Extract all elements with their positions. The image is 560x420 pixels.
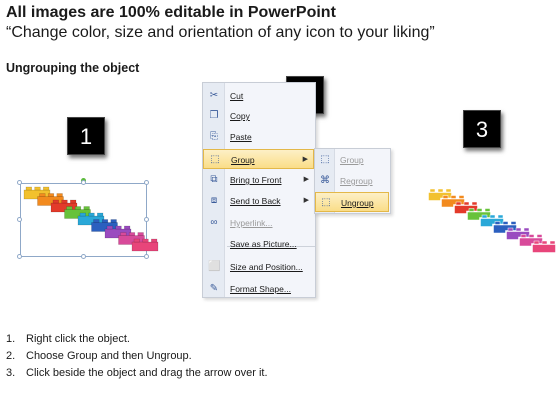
submenu-item-group[interactable]: ⬚ Group — [315, 150, 389, 170]
menu-item-size-and-position[interactable]: ⬜ Size and Position... — [203, 257, 314, 277]
submenu-item-ungroup[interactable]: ⬚ Ungroup — [315, 192, 389, 212]
submenu-arrow-icon: ▶ — [302, 156, 308, 163]
format-shape-icon: ✎ — [209, 283, 219, 294]
paste-icon: ⎘ — [210, 131, 218, 142]
menu-item-label: Cut — [230, 91, 244, 101]
submenu-item-label: Ungroup — [341, 198, 374, 208]
menu-item-hyperlink[interactable]: ∞ Hyperlink... — [203, 213, 314, 233]
instruction-step: 2. Choose Group and then Ungroup. — [6, 350, 192, 362]
menu-item-label: Send to Back — [230, 196, 281, 206]
hyperlink-icon: ∞ — [210, 217, 218, 228]
scissors-icon: ✂ — [209, 90, 219, 101]
instruction-step: 3. Click beside the object and drag the a… — [6, 367, 268, 379]
menu-item-paste[interactable]: ⎘ Paste — [203, 127, 314, 147]
menu-item-send-to-back[interactable]: ⧈ Send to Back ▶ — [203, 191, 314, 211]
menu-item-label: Save as Picture... — [230, 239, 297, 249]
menu-item-cut[interactable]: ✂ Cut — [203, 86, 314, 106]
send-to-back-icon: ⧈ — [210, 195, 218, 206]
menu-item-label: Hyperlink... — [230, 218, 273, 228]
menu-item-label: Paste — [230, 132, 252, 142]
menu-item-bring-to-front[interactable]: ⧉ Bring to Front ▶ — [203, 170, 314, 190]
instruction-text: Choose Group and then Ungroup. — [26, 350, 192, 362]
regroup-icon: ⌘ — [320, 175, 330, 186]
menu-item-save-as-picture[interactable]: Save as Picture... — [203, 234, 314, 254]
instruction-step: 1. Right click the object. — [6, 333, 130, 345]
submenu-arrow-icon: ▶ — [303, 176, 309, 183]
group-icon: ⬚ — [210, 154, 220, 165]
bring-to-front-icon: ⧉ — [210, 174, 218, 185]
instruction-text: Right click the object. — [26, 333, 130, 345]
menu-item-label: Group — [231, 155, 255, 165]
submenu-item-label: Group — [340, 155, 364, 165]
instruction-number: 1. — [6, 333, 16, 345]
instruction-text: Click beside the object and drag the arr… — [26, 367, 268, 379]
group-icon: ⬚ — [320, 154, 330, 165]
instruction-number: 2. — [6, 350, 16, 362]
menu-item-copy[interactable]: ❐ Copy — [203, 106, 314, 126]
menu-item-label: Size and Position... — [230, 262, 303, 272]
menu-item-label: Bring to Front — [230, 175, 282, 185]
submenu-arrow-icon: ▶ — [303, 197, 309, 204]
menu-item-format-shape[interactable]: ✎ Format Shape... — [203, 279, 314, 299]
submenu-item-label: Regroup — [340, 176, 373, 186]
instruction-number: 3. — [6, 367, 16, 379]
submenu-item-regroup[interactable]: ⌘ Regroup — [315, 171, 389, 191]
size-position-icon: ⬜ — [208, 261, 221, 272]
copy-icon: ❐ — [209, 110, 219, 121]
menu-item-group[interactable]: ⬚ Group ▶ — [203, 149, 314, 169]
menu-item-label: Copy — [230, 111, 250, 121]
ungroup-icon: ⬚ — [321, 197, 331, 208]
lego-brick — [531, 240, 557, 254]
menu-item-label: Format Shape... — [230, 284, 291, 294]
